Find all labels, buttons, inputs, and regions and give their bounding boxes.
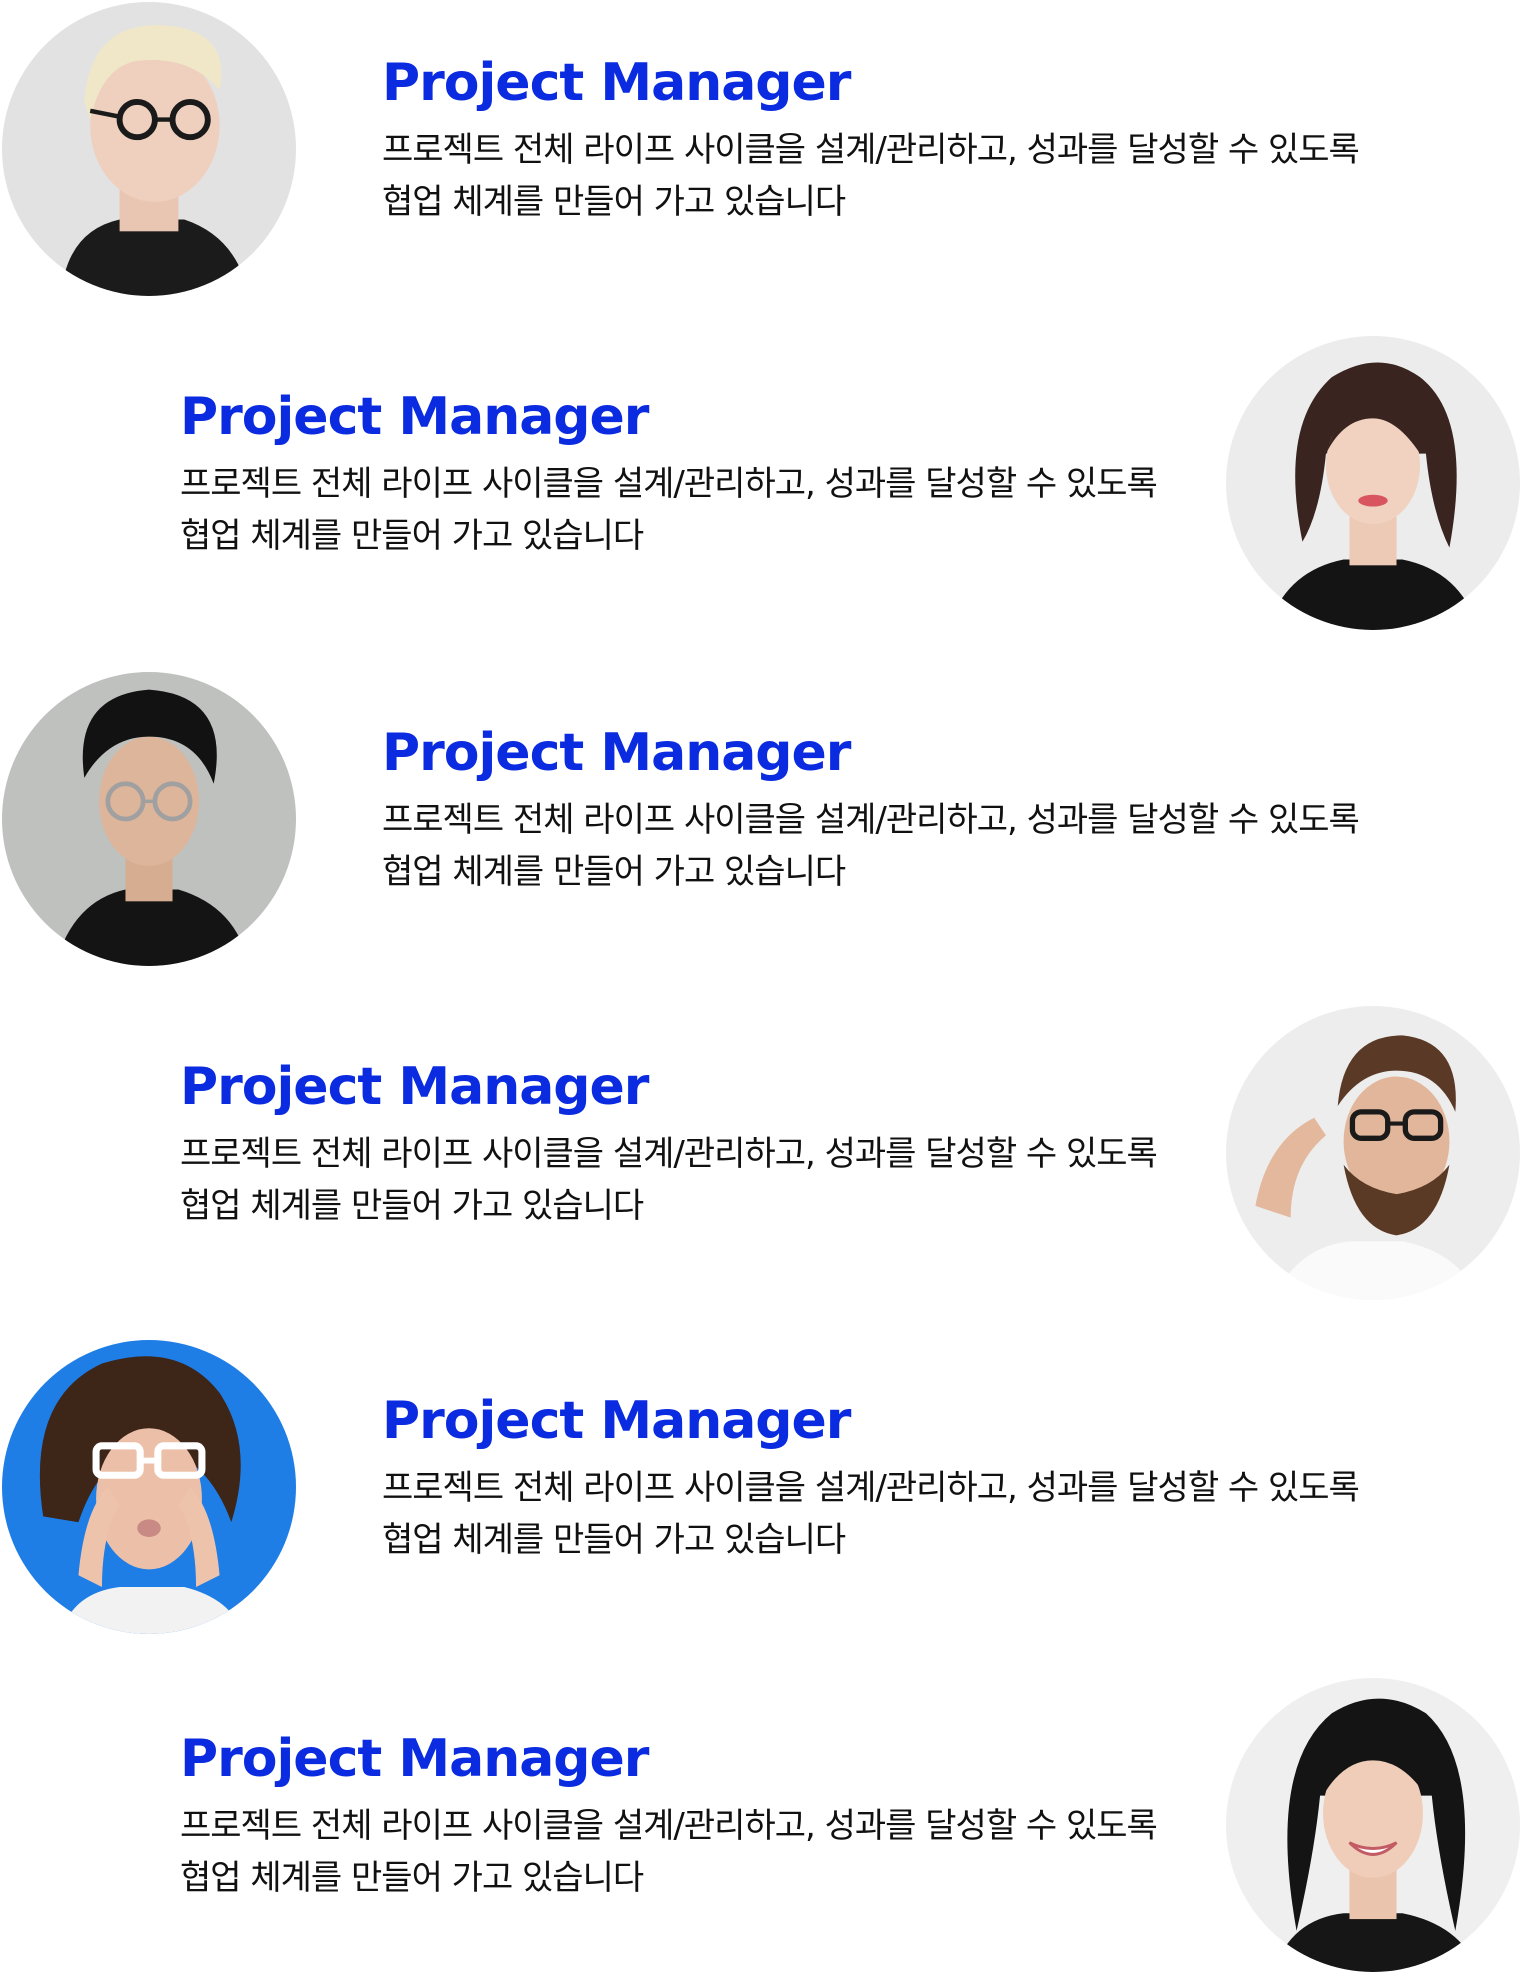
team-member-card: Project Manager 프로젝트 전체 라이프 사이클을 설계/관리하고… — [0, 336, 1530, 636]
team-member-card: Project Manager 프로젝트 전체 라이프 사이클을 설계/관리하고… — [0, 2, 1530, 302]
member-description: 프로젝트 전체 라이프 사이클을 설계/관리하고, 성과를 달성할 수 있도록 … — [382, 1468, 1360, 1560]
member-text: Project Manager 프로젝트 전체 라이프 사이클을 설계/관리하고… — [382, 1386, 1382, 1566]
member-description: 프로젝트 전체 라이프 사이클을 설계/관리하고, 성과를 달성할 수 있도록 … — [180, 1806, 1158, 1898]
team-member-card: Project Manager 프로젝트 전체 라이프 사이클을 설계/관리하고… — [0, 1006, 1530, 1306]
woman-blonde-glasses-photo — [2, 2, 296, 296]
member-title: Project Manager — [382, 53, 851, 113]
woman-curly-hair-white-glasses-photo — [2, 1340, 296, 1634]
member-text: Project Manager 프로젝트 전체 라이프 사이클을 설계/관리하고… — [180, 382, 1180, 562]
member-description: 프로젝트 전체 라이프 사이클을 설계/관리하고, 성과를 달성할 수 있도록 … — [382, 130, 1360, 222]
member-description: 프로젝트 전체 라이프 사이클을 설계/관리하고, 성과를 달성할 수 있도록 … — [180, 464, 1158, 556]
woman-smiling-black-hair-photo — [1226, 1678, 1520, 1972]
team-member-card: Project Manager 프로젝트 전체 라이프 사이클을 설계/관리하고… — [0, 1678, 1530, 1978]
member-description: 프로젝트 전체 라이프 사이클을 설계/관리하고, 성과를 달성할 수 있도록 … — [180, 1134, 1158, 1226]
member-title: Project Manager — [180, 1057, 649, 1117]
member-text: Project Manager 프로젝트 전체 라이프 사이클을 설계/관리하고… — [180, 1724, 1180, 1904]
member-title: Project Manager — [180, 387, 649, 447]
member-description: 프로젝트 전체 라이프 사이클을 설계/관리하고, 성과를 달성할 수 있도록 … — [382, 800, 1360, 892]
man-glasses-black-hair-photo — [2, 672, 296, 966]
team-member-card: Project Manager 프로젝트 전체 라이프 사이클을 설계/관리하고… — [0, 1340, 1530, 1640]
member-text: Project Manager 프로젝트 전체 라이프 사이클을 설계/관리하고… — [382, 718, 1382, 898]
member-title: Project Manager — [382, 723, 851, 783]
team-member-card: Project Manager 프로젝트 전체 라이프 사이클을 설계/관리하고… — [0, 672, 1530, 972]
man-beard-glasses-photo — [1226, 1006, 1520, 1300]
member-text: Project Manager 프로젝트 전체 라이프 사이클을 설계/관리하고… — [382, 48, 1382, 228]
member-title: Project Manager — [382, 1391, 851, 1451]
member-text: Project Manager 프로젝트 전체 라이프 사이클을 설계/관리하고… — [180, 1052, 1180, 1232]
woman-brown-hair-photo — [1226, 336, 1520, 630]
member-title: Project Manager — [180, 1729, 649, 1789]
